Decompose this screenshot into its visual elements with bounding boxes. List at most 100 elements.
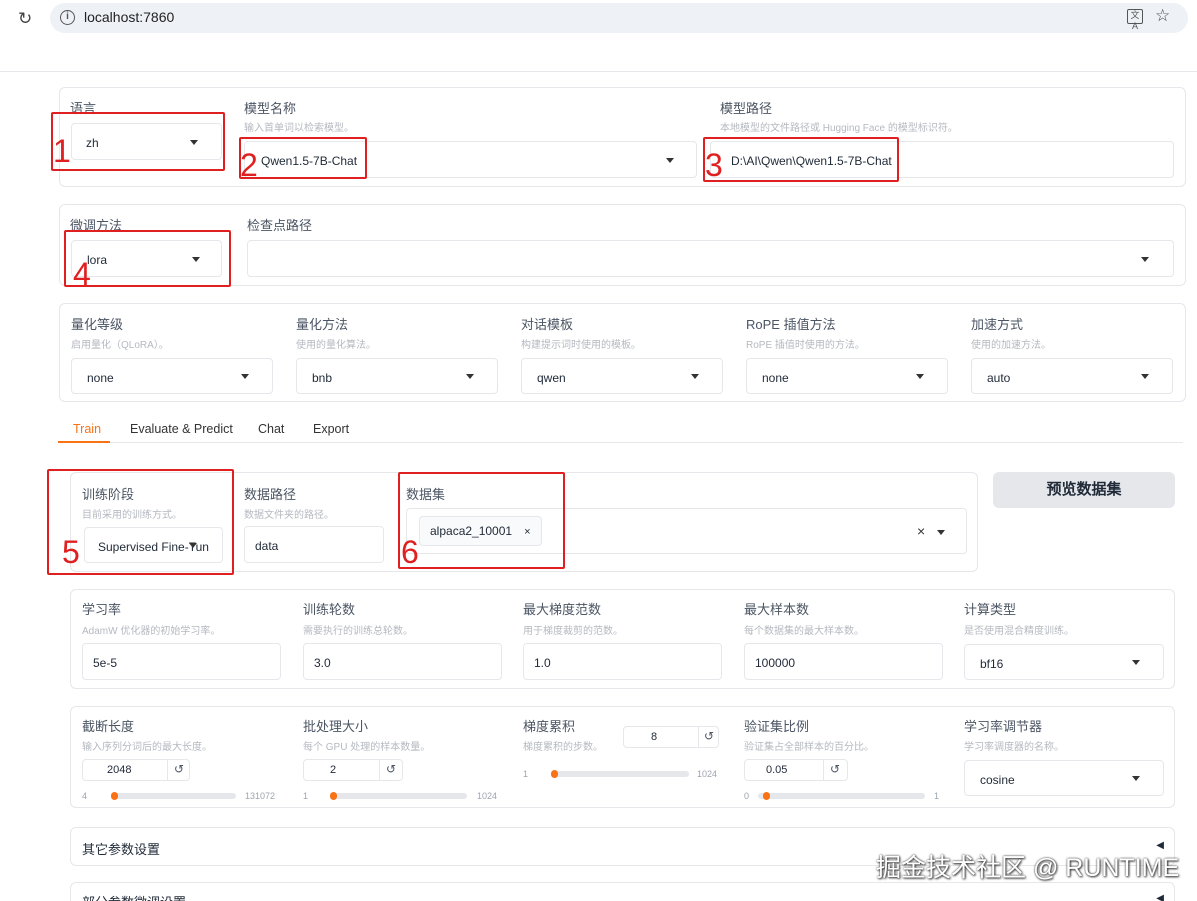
quant-method-value: bnb [312, 371, 333, 385]
divider [0, 71, 1197, 72]
tab-export[interactable]: Export [313, 422, 349, 436]
template-dropdown[interactable]: qwen [521, 358, 723, 394]
grad-accum-stepper[interactable]: 8 ↺ [623, 726, 719, 748]
rope-label: RoPE 插值方法 [746, 317, 836, 332]
slider-thumb[interactable] [330, 792, 338, 800]
lr-scheduler-info: 学习率调度器的名称。 [964, 742, 1064, 753]
lr-scheduler-dropdown[interactable]: cosine [964, 760, 1164, 796]
reset-icon[interactable]: ↺ [174, 762, 184, 776]
compute-type-value: bf16 [980, 657, 1004, 671]
batch-size-slider[interactable] [330, 792, 467, 800]
cutoff-len-value[interactable]: 2048 [107, 764, 131, 776]
val-size-slider[interactable] [758, 792, 925, 800]
rope-dropdown[interactable]: none [746, 358, 948, 394]
slider-thumb[interactable] [110, 792, 118, 800]
grad-accum-slider[interactable] [550, 770, 689, 778]
bookmark-star-icon[interactable]: ☆ [1155, 6, 1170, 26]
cutoff-len-slider[interactable] [110, 792, 236, 800]
cutoff-len-stepper[interactable]: 2048 ↺ [82, 759, 190, 781]
cutoff-len-info: 输入序列分词后的最大长度。 [82, 742, 212, 753]
quant-method-label: 量化方法 [296, 317, 349, 332]
epochs-input[interactable]: 3.0 [303, 643, 502, 680]
batch-size-info: 每个 GPU 处理的样本数量。 [303, 742, 431, 753]
checkpoint-dropdown[interactable] [247, 240, 1174, 277]
data-dir-input[interactable]: data [244, 526, 384, 563]
lr-scheduler-label: 学习率调节器 [964, 719, 1043, 734]
booster-info: 使用的加速方法。 [971, 340, 1051, 351]
address-bar[interactable]: i localhost:7860 文A ☆ [50, 3, 1188, 33]
annotation-box-6 [398, 472, 565, 569]
max-samples-value: 100000 [755, 656, 796, 670]
model-settings-block: 语言 zh 模型名称 输入首单词以检索模型。 Qwen1.5-7B-Chat 模… [59, 87, 1186, 187]
quant-bit-dropdown[interactable]: none [71, 358, 273, 394]
val-size-min: 0 [744, 791, 750, 801]
max-grad-norm-input[interactable]: 1.0 [523, 643, 722, 680]
quant-method-dropdown[interactable]: bnb [296, 358, 498, 394]
batch-size-stepper[interactable]: 2 ↺ [303, 759, 403, 781]
tab-train[interactable]: Train [73, 422, 101, 436]
max-grad-norm-label: 最大梯度范数 [523, 602, 602, 617]
lr-scheduler-value: cosine [980, 773, 1015, 787]
slider-thumb[interactable] [763, 792, 771, 800]
compute-type-info: 是否使用混合精度训练。 [964, 626, 1074, 637]
cutoff-len-label: 截断长度 [82, 719, 135, 734]
batch-size-max: 1024 [477, 791, 498, 801]
active-tab-indicator [58, 441, 110, 443]
tab-evaluate-predict[interactable]: Evaluate & Predict [130, 422, 233, 436]
grad-accum-value[interactable]: 8 [651, 731, 657, 743]
preview-dataset-button[interactable]: 预览数据集 [993, 472, 1175, 508]
reload-icon[interactable]: ↻ [18, 9, 32, 29]
epochs-info: 需要执行的训练总轮数。 [303, 626, 413, 637]
url-text[interactable]: localhost:7860 [84, 9, 174, 25]
slider-thumb[interactable] [550, 770, 558, 778]
cutoff-len-min: 4 [82, 791, 88, 801]
quant-bit-value: none [87, 371, 114, 385]
translate-icon[interactable]: 文A [1127, 9, 1143, 31]
reset-icon[interactable]: ↺ [386, 762, 396, 776]
lr-info: AdamW 优化器的初始学习率。 [82, 626, 221, 637]
site-info-icon[interactable]: i [60, 10, 75, 25]
lr-input[interactable]: 5e-5 [82, 643, 281, 680]
hyperparams-block: 学习率 AdamW 优化器的初始学习率。 5e-5 训练轮数 需要执行的训练总轮… [70, 589, 1175, 689]
annotation-box-3 [703, 137, 899, 182]
chevron-down-icon [1141, 257, 1149, 262]
chevron-down-icon [466, 374, 474, 379]
booster-dropdown[interactable]: auto [971, 358, 1173, 394]
model-name-info: 输入首单词以检索模型。 [244, 123, 354, 134]
template-info: 构建提示词时使用的模板。 [521, 340, 641, 351]
accordion-title: 其它参数设置 [82, 842, 161, 857]
reset-icon[interactable]: ↺ [830, 762, 840, 776]
checkpoint-label: 检查点路径 [247, 218, 313, 233]
annotation-box-1 [51, 112, 225, 171]
val-size-value[interactable]: 0.05 [766, 764, 787, 776]
annotation-number-2: 2 [240, 147, 258, 183]
val-size-stepper[interactable]: 0.05 ↺ [744, 759, 848, 781]
val-size-info: 验证集占全部样本的百分比。 [744, 742, 874, 753]
reset-icon[interactable]: ↺ [704, 729, 714, 743]
lr-value: 5e-5 [93, 656, 118, 670]
compute-type-label: 计算类型 [964, 602, 1017, 617]
val-size-label: 验证集比例 [744, 719, 810, 734]
accordion-freeze-settings[interactable]: 部分参数微调设置 ◀ [70, 882, 1175, 901]
data-dir-info: 数据文件夹的路径。 [244, 510, 334, 521]
clear-icon[interactable]: × [917, 523, 925, 539]
val-size-max: 1 [934, 791, 940, 801]
annotation-number-1: 1 [53, 133, 71, 169]
collapse-arrow-icon: ◀ [1156, 893, 1164, 901]
chevron-down-icon [916, 374, 924, 379]
browser-toolbar: ↻ i localhost:7860 文A ☆ [0, 0, 1197, 40]
max-samples-input[interactable]: 100000 [744, 643, 943, 680]
grad-accum-info: 梯度累积的步数。 [523, 742, 603, 753]
chevron-down-icon [241, 374, 249, 379]
quant-method-info: 使用的量化算法。 [296, 340, 376, 351]
max-samples-info: 每个数据集的最大样本数。 [744, 626, 864, 637]
model-name-label: 模型名称 [244, 101, 297, 116]
chevron-down-icon [1141, 374, 1149, 379]
cutoff-len-max: 131072 [245, 791, 276, 801]
tab-chat[interactable]: Chat [258, 422, 284, 436]
advanced-block: 量化等级 启用量化（QLoRA）。 none 量化方法 使用的量化算法。 bnb… [59, 303, 1186, 402]
epochs-value: 3.0 [314, 656, 331, 670]
batch-size-label: 批处理大小 [303, 719, 369, 734]
batch-size-value[interactable]: 2 [330, 764, 336, 776]
compute-type-dropdown[interactable]: bf16 [964, 644, 1164, 680]
